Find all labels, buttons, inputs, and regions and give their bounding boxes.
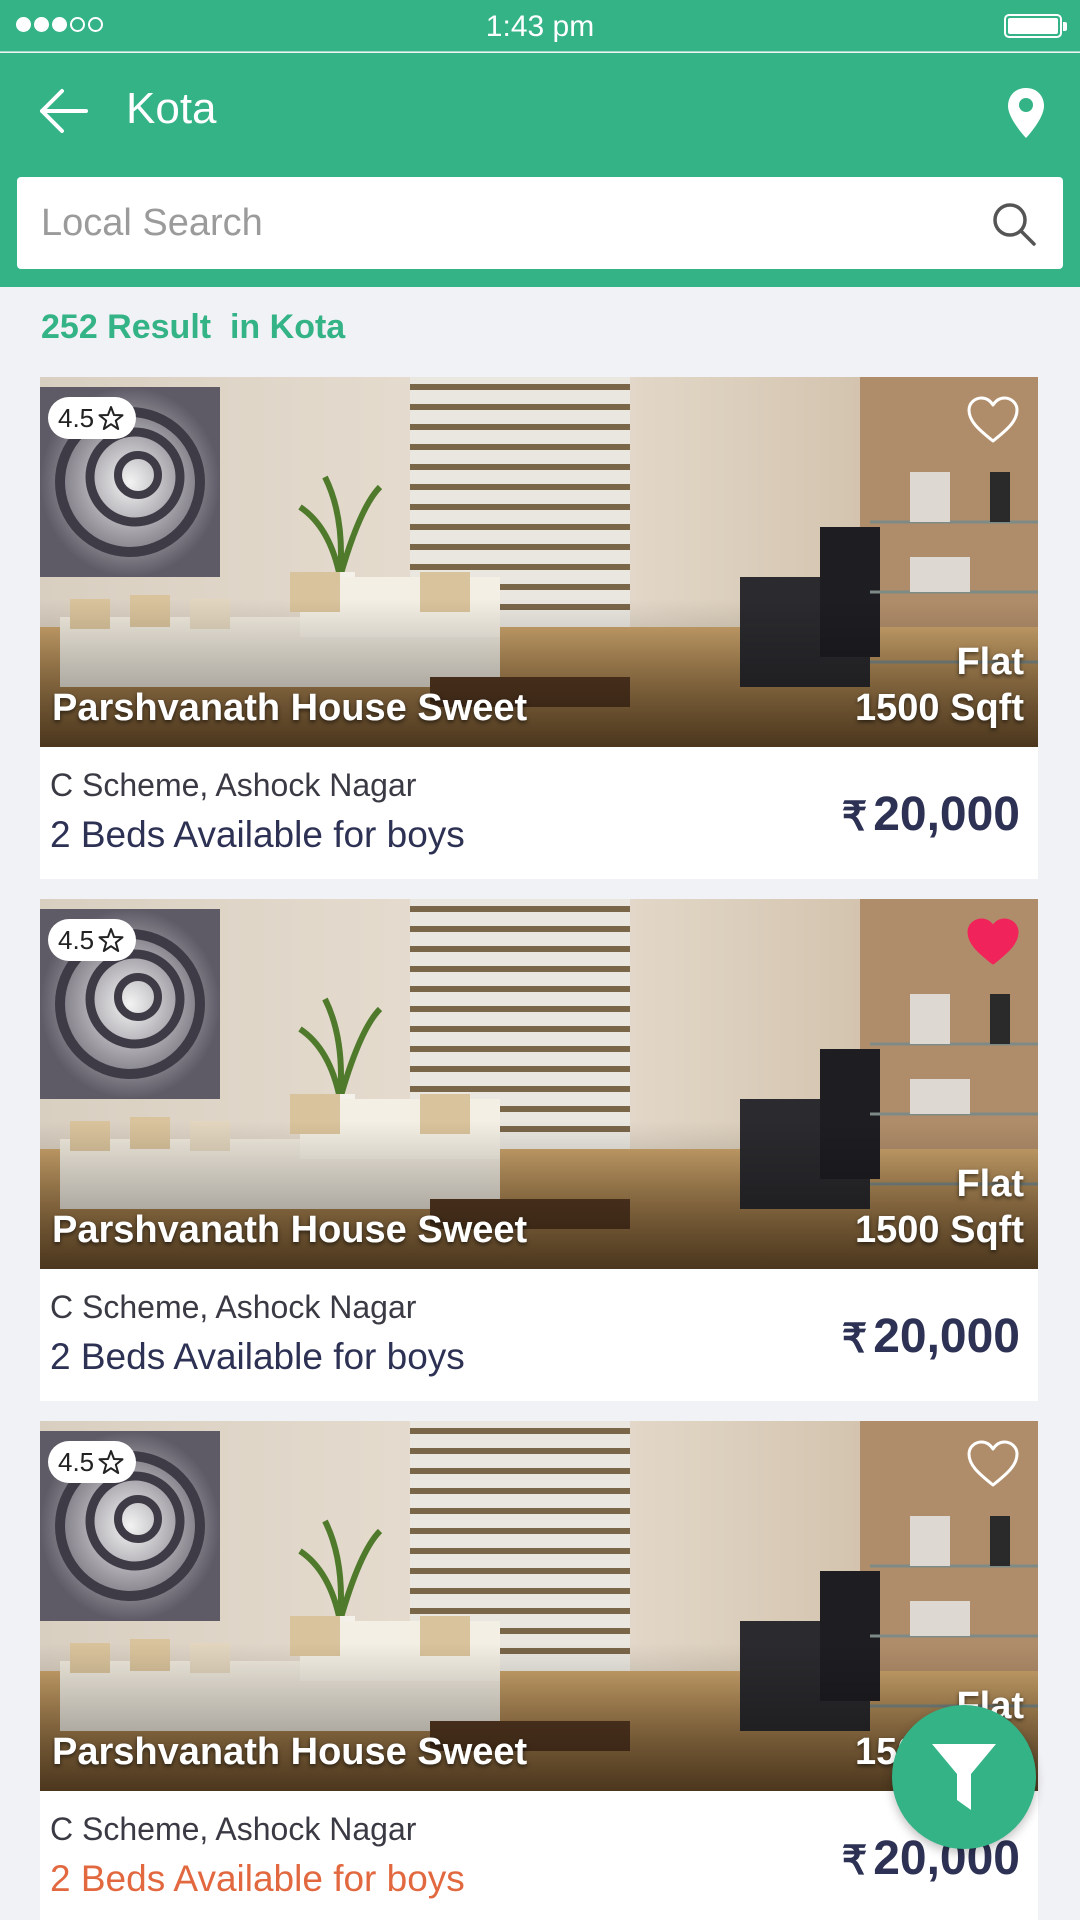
status-bar: 1:43 pm <box>0 0 1080 52</box>
rating-value: 4.5 <box>58 402 95 433</box>
listing-name: Parshvanath House Sweet <box>52 1209 528 1251</box>
star-outline-icon <box>98 928 124 952</box>
listing-area: 1500 Sqft <box>855 1209 1024 1251</box>
listing-card[interactable]: 4.5 Parshvanath House Sweet Flat 1500 Sq… <box>40 899 1038 1401</box>
currency-symbol: ₹ <box>841 1317 868 1361</box>
currency-symbol: ₹ <box>841 795 868 839</box>
rating-value: 4.5 <box>58 924 95 955</box>
listing-name: Parshvanath House Sweet <box>52 687 528 729</box>
search-bar <box>17 177 1063 269</box>
filter-funnel-icon <box>932 1744 996 1810</box>
listing-image[interactable]: 4.5 Parshvanath House Sweet Flat 1500 Sq… <box>40 1421 1038 1791</box>
listing-beds: 2 Beds Available for boys <box>50 1858 465 1899</box>
status-time: 1:43 pm <box>485 10 595 43</box>
currency-symbol: ₹ <box>841 1839 868 1883</box>
listing-image[interactable]: 4.5 Parshvanath House Sweet Flat 1500 Sq… <box>40 899 1038 1269</box>
listing-type: Flat <box>956 641 1024 683</box>
heart-icon[interactable] <box>966 917 1020 967</box>
price-value: 20,000 <box>873 1310 1020 1363</box>
heart-icon[interactable] <box>966 395 1020 445</box>
battery-icon <box>1004 14 1067 38</box>
results-summary: 252 Result in Kota <box>41 308 346 346</box>
listing-type-area: Flat 1500 Sqft <box>855 1161 1024 1253</box>
listing-type: Flat <box>956 1163 1024 1205</box>
listing-card[interactable]: 4.5 Parshvanath House Sweet Flat 1500 Sq… <box>40 1421 1038 1920</box>
price-value: 20,000 <box>873 788 1020 841</box>
listing-address: C Scheme, Ashock Nagar <box>50 1811 417 1847</box>
heart-icon[interactable] <box>966 1439 1020 1489</box>
filter-button[interactable] <box>892 1705 1036 1849</box>
back-arrow-icon[interactable] <box>36 83 92 139</box>
listing-beds: 2 Beds Available for boys <box>50 814 465 855</box>
star-outline-icon <box>98 1450 124 1474</box>
search-input[interactable] <box>41 177 961 269</box>
listing-image[interactable]: 4.5 Parshvanath House Sweet Flat 1500 Sq… <box>40 377 1038 747</box>
rating-badge: 4.5 <box>48 919 137 961</box>
page-title: Kota <box>126 84 217 133</box>
listing-price: ₹ 20,000 <box>842 1309 1020 1364</box>
listing-address: C Scheme, Ashock Nagar <box>50 767 417 803</box>
listing-card[interactable]: 4.5 Parshvanath House Sweet Flat 1500 Sq… <box>40 377 1038 879</box>
star-outline-icon <box>98 406 124 430</box>
listing-name: Parshvanath House Sweet <box>52 1731 528 1773</box>
location-pin-icon[interactable] <box>1006 86 1046 140</box>
search-icon[interactable] <box>991 201 1037 247</box>
listing-beds: 2 Beds Available for boys <box>50 1336 465 1377</box>
listing-type-area: Flat 1500 Sqft <box>855 639 1024 731</box>
listing-address: C Scheme, Ashock Nagar <box>50 1289 417 1325</box>
app-header: Kota <box>0 53 1080 287</box>
rating-badge: 4.5 <box>48 1441 137 1483</box>
rating-value: 4.5 <box>58 1446 95 1477</box>
listing-price: ₹ 20,000 <box>842 787 1020 842</box>
rating-badge: 4.5 <box>48 397 137 439</box>
listing-area: 1500 Sqft <box>855 687 1024 729</box>
